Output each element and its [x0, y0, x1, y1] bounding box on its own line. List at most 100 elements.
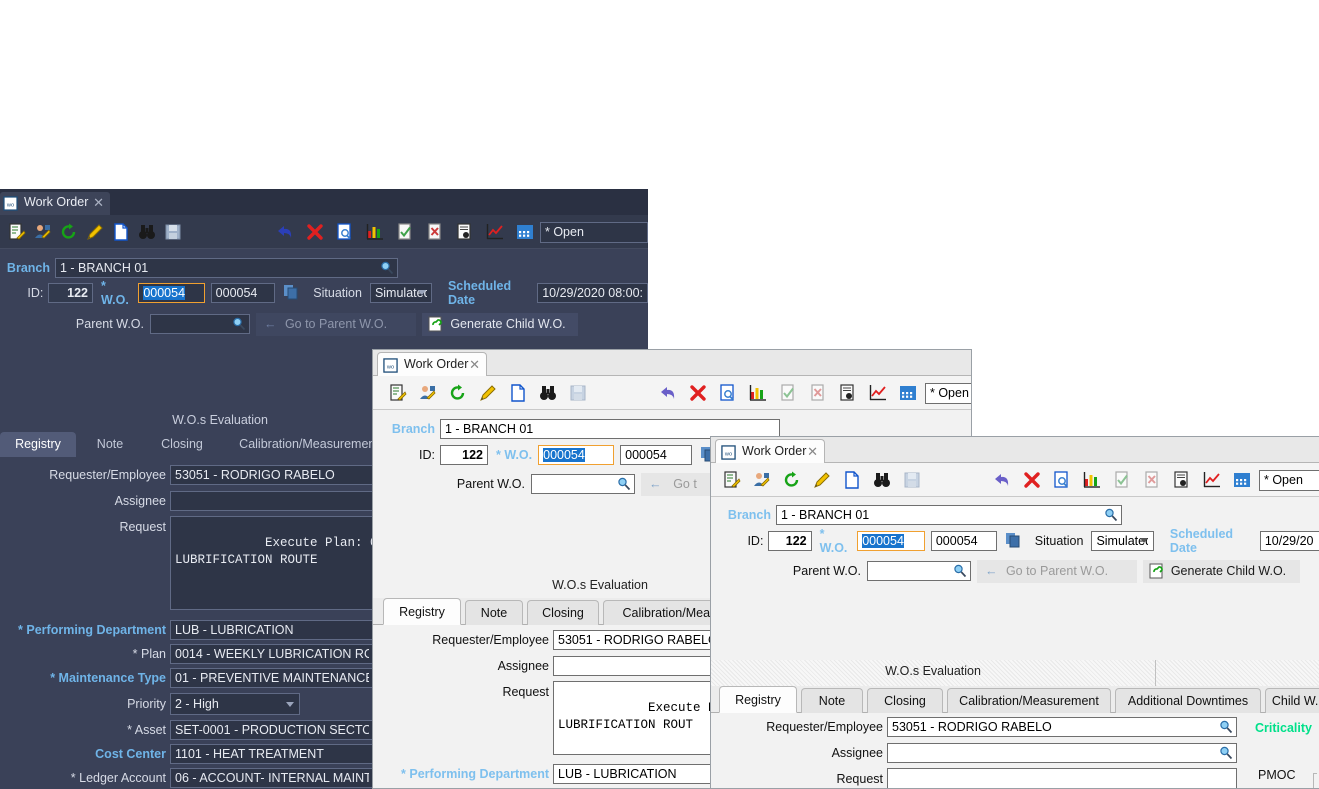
status-field[interactable]: * Open	[1259, 470, 1319, 491]
undo-arrow-icon[interactable]	[276, 223, 294, 241]
branch-input[interactable]: 1 - BRANCH 01	[776, 505, 1122, 525]
search-icon[interactable]	[617, 477, 631, 491]
undo-arrow-icon[interactable]	[993, 471, 1011, 489]
chart-report-icon[interactable]	[1083, 471, 1101, 489]
attachment-document-icon[interactable]	[839, 384, 857, 402]
binoculars-search-icon[interactable]	[539, 384, 557, 402]
search-icon[interactable]	[1219, 720, 1233, 734]
print-preview-icon[interactable]	[1053, 471, 1071, 489]
calendar-icon[interactable]	[899, 384, 917, 402]
chevron-down-icon[interactable]	[417, 290, 426, 295]
window-tab-work-order[interactable]: wo Work Order ✕	[0, 192, 110, 215]
chevron-down-icon[interactable]	[286, 702, 294, 707]
blank-document-icon[interactable]	[509, 384, 527, 402]
search-icon[interactable]	[953, 564, 967, 578]
wo-input[interactable]: 000054	[857, 531, 925, 551]
attachment-document-icon[interactable]	[1173, 471, 1191, 489]
wo-input[interactable]: 000054	[138, 283, 205, 303]
situation-select[interactable]: Simulated	[369, 283, 432, 303]
assignee-input[interactable]	[887, 743, 1237, 763]
delete-x-icon[interactable]	[1023, 471, 1041, 489]
chart-report-icon[interactable]	[749, 384, 767, 402]
binoculars-search-icon[interactable]	[138, 223, 156, 241]
request-textarea[interactable]: Execute Plan: 0014 - WEEKLY LUBRIFICATIO…	[170, 516, 374, 610]
cost-center-input[interactable]: 1101 - HEAT TREATMENT	[170, 744, 374, 764]
tab-calibration-measurement[interactable]: Calibration/Measurement	[226, 432, 392, 457]
wo-alt-input[interactable]: 000054	[930, 531, 997, 551]
trend-chart-icon[interactable]	[869, 384, 887, 402]
parent-wo-input[interactable]	[867, 561, 971, 581]
go-to-parent-wo-button[interactable]: ← Go to Parent W.O.	[977, 559, 1137, 583]
new-requester-icon[interactable]	[753, 471, 771, 489]
toolbar[interactable]: * Open	[373, 376, 971, 410]
go-to-parent-wo-button[interactable]: ← Go to Parent W.O.	[256, 312, 416, 336]
refresh-icon[interactable]	[60, 223, 78, 241]
tab-closing[interactable]: Closing	[148, 432, 216, 457]
wo-input[interactable]: 000054	[538, 445, 615, 465]
trend-chart-icon[interactable]	[486, 223, 504, 241]
tab-note[interactable]: Note	[84, 432, 136, 457]
delete-x-icon[interactable]	[306, 223, 324, 241]
toolbar[interactable]: * Open	[711, 463, 1319, 497]
go-to-parent-wo-button[interactable]: ← Go t	[641, 472, 711, 496]
asset-input[interactable]: SET-0001 - PRODUCTION SECTOR	[170, 720, 374, 740]
requester-employee-input[interactable]: 53051 - RODRIGO RABELO	[553, 630, 733, 650]
scheduled-date-input[interactable]: 10/29/20	[1259, 531, 1319, 551]
ledger-account-input[interactable]: 06 - ACCOUNT- INTERNAL MAINTENANCE	[170, 768, 374, 788]
edit-icon[interactable]	[86, 223, 104, 241]
requester-employee-input[interactable]: 53051 - RODRIGO RABELO	[887, 717, 1237, 737]
edit-icon[interactable]	[813, 471, 831, 489]
performing-department-input[interactable]: LUB - LUBRICATION	[170, 620, 374, 640]
assignee-input[interactable]	[170, 491, 374, 511]
generate-child-wo-button[interactable]: Generate Child W.O.	[422, 312, 578, 336]
generate-child-wo-button[interactable]: Generate Child W.O.	[1143, 559, 1300, 583]
requester-employee-input[interactable]: 53051 - RODRIGO RABELO	[170, 465, 374, 485]
status-field[interactable]: * Open	[540, 222, 648, 243]
search-icon[interactable]	[1104, 508, 1118, 522]
delete-x-icon[interactable]	[689, 384, 707, 402]
assignee-input[interactable]	[553, 656, 733, 676]
search-icon[interactable]	[1219, 746, 1233, 760]
new-requester-icon[interactable]	[419, 384, 437, 402]
tab-bar[interactable]: Registry Note Closing Calibration/Measur…	[711, 686, 1319, 713]
new-record-icon[interactable]	[389, 384, 407, 402]
chevron-down-icon[interactable]	[1139, 538, 1148, 543]
request-textarea[interactable]: Execute Plan: 0014 LUBRIFICATION ROUT	[553, 681, 733, 755]
tab-closing[interactable]: Closing	[867, 688, 943, 713]
new-requester-icon[interactable]	[34, 223, 52, 241]
trend-chart-icon[interactable]	[1203, 471, 1221, 489]
refresh-icon[interactable]	[783, 471, 801, 489]
blank-document-icon[interactable]	[843, 471, 861, 489]
refresh-icon[interactable]	[449, 384, 467, 402]
search-icon[interactable]	[232, 317, 246, 331]
toolbar[interactable]: * Open	[0, 215, 648, 249]
request-textarea[interactable]: Execute Plan: 0014 - WEEKLY LUBRIFICATIO…	[887, 768, 1237, 788]
tab-registry[interactable]: Registry	[719, 686, 797, 713]
close-icon[interactable]: ✕	[807, 444, 818, 460]
work-order-window-front[interactable]: wo Work Order ✕ * Open Branch 1 - BRANCH…	[710, 436, 1319, 789]
tab-additional-downtimes[interactable]: Additional Downtimes	[1115, 688, 1261, 713]
close-icon[interactable]: ✕	[93, 195, 104, 211]
wo-alt-input[interactable]: 000054	[620, 445, 693, 465]
performing-department-input[interactable]: LUB - LUBRICATION	[553, 764, 733, 784]
status-field[interactable]: * Open	[925, 383, 971, 404]
tab-closing[interactable]: Closing	[527, 600, 599, 625]
maintenance-type-input[interactable]: 01 - PREVENTIVE MAINTENANCE	[170, 668, 374, 688]
new-record-icon[interactable]	[723, 471, 741, 489]
undo-arrow-icon[interactable]	[659, 384, 677, 402]
tab-calibration-measurement[interactable]: Calibration/Measurement	[947, 688, 1111, 713]
blank-document-icon[interactable]	[112, 223, 130, 241]
branch-input[interactable]: 1 - BRANCH 01	[55, 258, 398, 278]
situation-select[interactable]: Simulated	[1091, 531, 1154, 551]
copy-icon[interactable]	[283, 284, 299, 302]
copy-icon[interactable]	[1005, 532, 1021, 550]
tab-registry[interactable]: Registry	[0, 432, 76, 457]
print-preview-icon[interactable]	[336, 223, 354, 241]
tab-note[interactable]: Note	[465, 600, 523, 625]
edit-icon[interactable]	[479, 384, 497, 402]
priority-select[interactable]: 2 - High	[170, 693, 300, 715]
close-icon[interactable]: ✕	[469, 357, 480, 373]
calendar-icon[interactable]	[1233, 471, 1251, 489]
plan-input[interactable]: 0014 - WEEKLY LUBRICATION ROUTE	[170, 644, 374, 664]
parent-wo-input[interactable]	[531, 474, 635, 494]
